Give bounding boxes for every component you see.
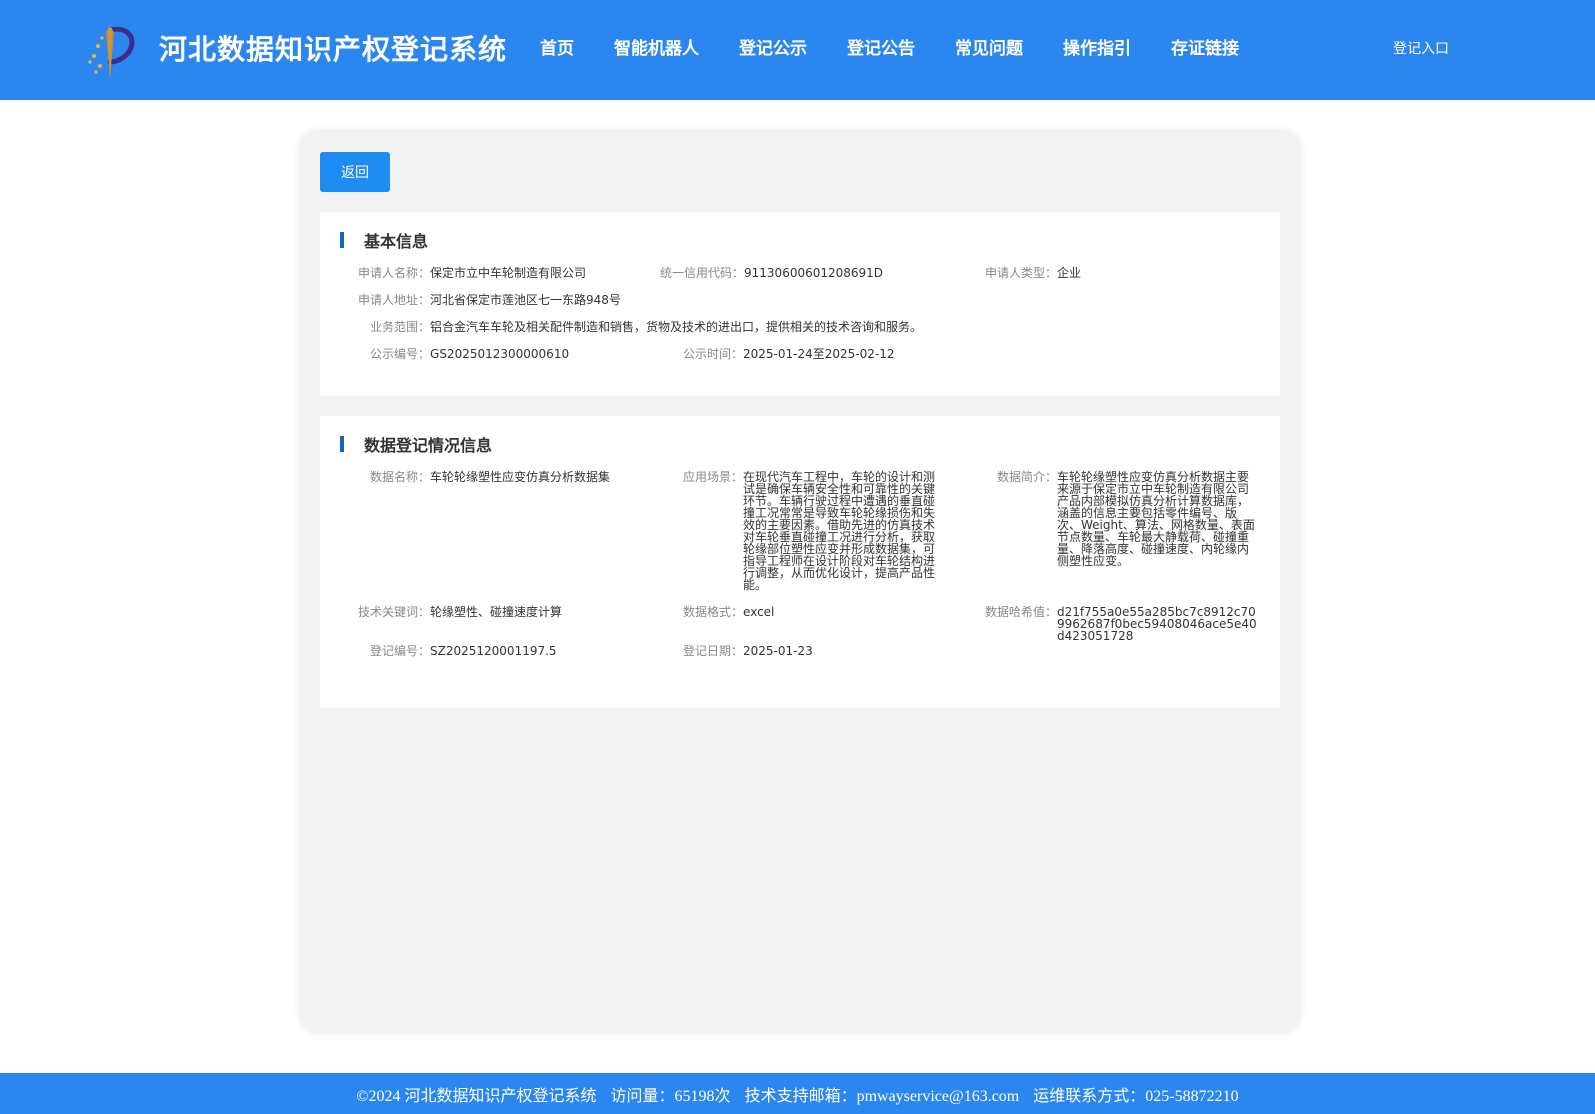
nav-announcement[interactable]: 登记公告	[847, 34, 915, 59]
section-title: 基本信息	[340, 230, 429, 251]
brush-star-logo-icon	[88, 26, 135, 80]
title-bar	[340, 436, 344, 452]
field-label: 申请人类型：	[985, 266, 1058, 280]
nav-guide[interactable]: 操作指引	[1063, 34, 1131, 59]
keywords-field: 技术关键词： 轮缘塑性、碰撞速度计算	[358, 606, 562, 618]
publicity-no-field: 公示编号： GS2025012300000610	[370, 348, 569, 360]
site-title: 河北数据知识产权登记系统	[159, 33, 508, 66]
credit-code-field: 统一信用代码： 91130600601208691D	[660, 267, 883, 279]
reg-date-field: 登记日期： 2025-01-23	[683, 645, 813, 657]
nav-robot[interactable]: 智能机器人	[614, 34, 699, 59]
section-title: 数据登记情况信息	[340, 434, 493, 455]
scenario-field: 应用场景： 在现代汽车工程中，车轮的设计和测试是确保车辆安全性和可靠性的关键环节…	[683, 471, 936, 591]
data-intro-field: 数据简介： 车轮轮缘塑性应变仿真分析数据主要来源于保定市立中车轮制造有限公司产品…	[997, 471, 1260, 567]
field-label: 技术关键词：	[358, 605, 431, 619]
site-footer: ©2024 河北数据知识产权登记系统 访问量：65198次 技术支持邮箱：pmw…	[0, 1073, 1595, 1114]
publicity-time-field: 公示时间： 2025-01-24至2025-02-12	[683, 348, 895, 360]
field-label: 应用场景：	[683, 470, 744, 484]
footer-phone: 运维联系方式：025-58872210	[1033, 1087, 1239, 1105]
registration-info-card: 数据登记情况信息 数据名称： 车轮轮缘塑性应变仿真分析数据集 应用场景： 在现代…	[320, 416, 1280, 708]
data-name-field: 数据名称： 车轮轮缘塑性应变仿真分析数据集	[370, 471, 610, 483]
data-name-value: 车轮轮缘塑性应变仿真分析数据集	[430, 470, 611, 484]
data-format-value: excel	[743, 605, 775, 619]
back-button[interactable]: 返回	[320, 152, 390, 192]
main-nav: 首页 智能机器人 登记公示 登记公告 常见问题 操作指引 存证链接	[540, 34, 1279, 59]
keywords-value: 轮缘塑性、碰撞速度计算	[430, 605, 563, 619]
reg-no-field: 登记编号： SZ2025120001197.5	[370, 645, 557, 657]
publicity-time-value: 2025-01-24至2025-02-12	[743, 347, 895, 361]
field-label: 数据格式：	[683, 605, 744, 619]
field-label: 公示时间：	[683, 347, 744, 361]
business-scope-field: 业务范围： 铝合金汽车车轮及相关配件制造和销售，货物及技术的进出口，提供相关的技…	[370, 321, 922, 333]
nav-home[interactable]: 首页	[540, 34, 574, 59]
scenario-value: 在现代汽车工程中，车轮的设计和测试是确保车辆安全性和可靠性的关键环节。车辆行驶过…	[743, 470, 936, 592]
address-value: 河北省保定市莲池区七一东路948号	[430, 293, 621, 307]
field-label: 业务范围：	[370, 320, 431, 334]
applicant-name-value: 保定市立中车轮制造有限公司	[430, 266, 587, 280]
address-field: 申请人地址： 河北省保定市莲池区七一东路948号	[358, 294, 621, 306]
business-scope-value: 铝合金汽车车轮及相关配件制造和销售，货物及技术的进出口，提供相关的技术咨询和服务…	[430, 320, 923, 334]
login-link[interactable]: 登记入口	[1393, 38, 1449, 58]
field-label: 申请人名称：	[358, 266, 431, 280]
applicant-type-field: 申请人类型： 企业	[985, 267, 1081, 279]
field-label: 公示编号：	[370, 347, 431, 361]
title-bar	[340, 232, 344, 248]
field-label: 数据哈希值：	[985, 605, 1058, 619]
basic-info-card: 基本信息 申请人名称： 保定市立中车轮制造有限公司 统一信用代码： 911306…	[320, 212, 1280, 396]
nav-faq[interactable]: 常见问题	[955, 34, 1023, 59]
basic-info-title: 基本信息	[364, 232, 429, 251]
publicity-no-value: GS2025012300000610	[430, 347, 570, 361]
nav-publicity[interactable]: 登记公示	[739, 34, 807, 59]
credit-code-value: 91130600601208691D	[744, 266, 884, 280]
data-hash-value: d21f755a0e55a285bc7c8912c709962687f0bec5…	[1057, 605, 1257, 643]
field-label: 申请人地址：	[358, 293, 431, 307]
applicant-name-field: 申请人名称： 保定市立中车轮制造有限公司	[358, 267, 586, 279]
top-header: 河北数据知识产权登记系统 首页 智能机器人 登记公示 登记公告 常见问题 操作指…	[0, 0, 1595, 100]
detail-panel: 返回 基本信息 申请人名称： 保定市立中车轮制造有限公司 统一信用代码： 911…	[300, 131, 1300, 1032]
footer-copyright: ©2024 河北数据知识产权登记系统	[356, 1087, 597, 1105]
footer-email: 技术支持邮箱：pmwayservice@163.com	[744, 1087, 1020, 1105]
registration-info-title: 数据登记情况信息	[364, 436, 493, 455]
field-label: 登记日期：	[683, 644, 744, 658]
field-label: 数据名称：	[370, 470, 431, 484]
field-label: 统一信用代码：	[660, 266, 745, 280]
field-label: 登记编号：	[370, 644, 431, 658]
reg-date-value: 2025-01-23	[743, 644, 813, 658]
data-format-field: 数据格式： excel	[683, 606, 774, 618]
applicant-type-value: 企业	[1057, 266, 1082, 280]
footer-visits: 访问量：65198次	[610, 1087, 731, 1105]
data-intro-value: 车轮轮缘塑性应变仿真分析数据主要来源于保定市立中车轮制造有限公司产品内部模拟仿真…	[1057, 470, 1255, 568]
field-label: 数据简介：	[997, 470, 1058, 484]
data-hash-field: 数据哈希值： d21f755a0e55a285bc7c8912c70996268…	[985, 606, 1260, 642]
nav-evidence-link[interactable]: 存证链接	[1171, 34, 1239, 59]
reg-no-value: SZ2025120001197.5	[430, 644, 557, 658]
